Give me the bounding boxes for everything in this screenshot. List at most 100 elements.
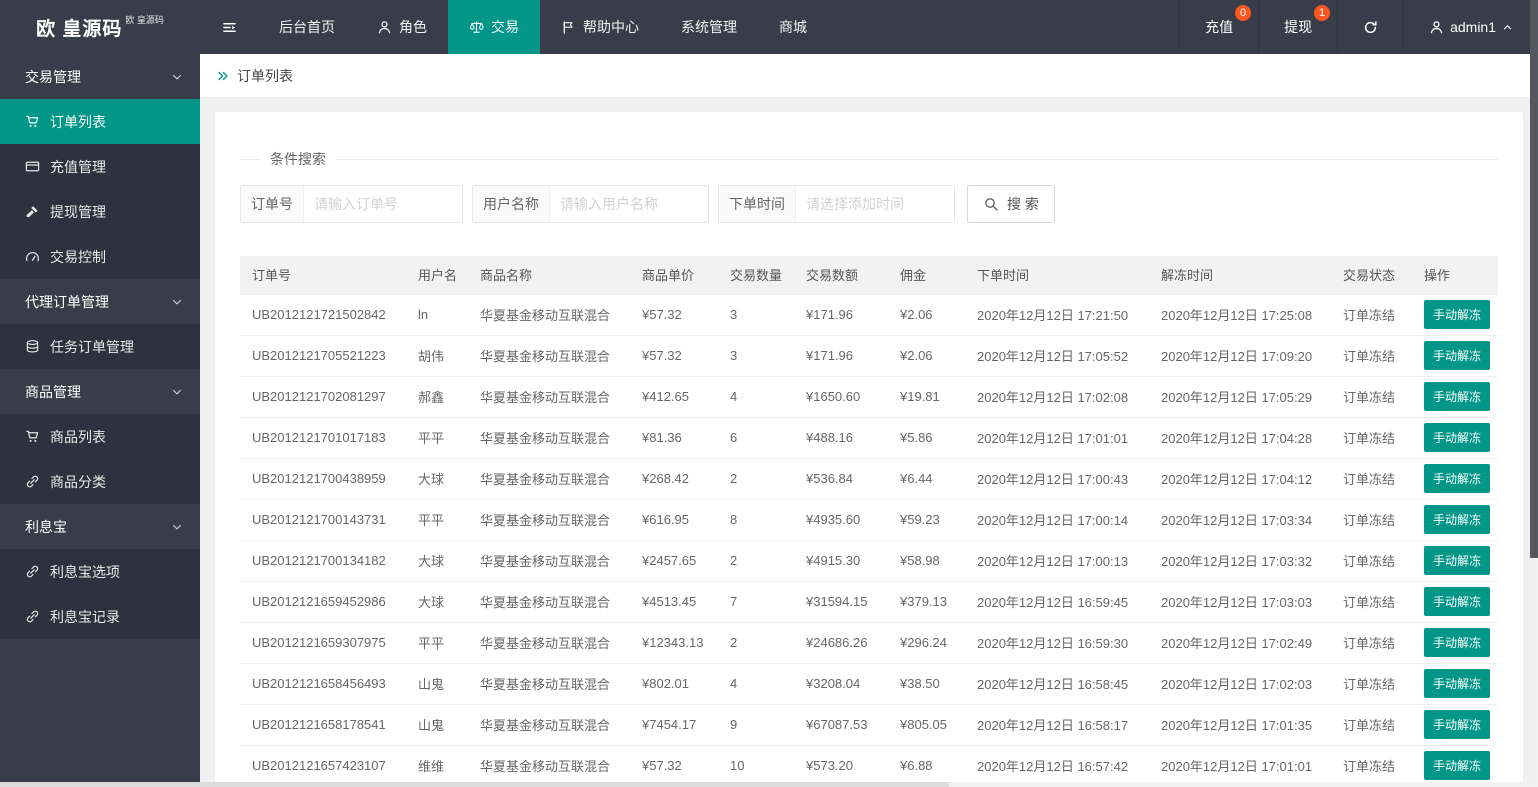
sidebar-item-icon <box>25 474 40 489</box>
sidebar-item[interactable]: 利息宝记录 <box>0 594 200 639</box>
topnav-item[interactable]: 商城 <box>758 0 828 54</box>
manual-unfreeze-button[interactable]: 手动解冻 <box>1424 669 1491 698</box>
sidebar: 交易管理 订单列表 充值管理 提现管理 交易控制 代理订单管理 任务订单管理 商… <box>0 54 200 782</box>
cell-action: 手动解冻 <box>1412 334 1498 376</box>
search-button[interactable]: 搜 索 <box>967 185 1055 223</box>
cell-order-time: 2020年12月12日 17:05:52 <box>965 334 1149 376</box>
cell-commission: ¥5.86 <box>888 416 965 458</box>
table-row: UB2012121701017183 平平 华夏基金移动互联混合 ¥81.36 … <box>240 416 1498 458</box>
horizontal-scrollbar-thumb[interactable] <box>0 782 949 787</box>
cell-status: 订单冻结 <box>1331 498 1412 540</box>
cell-quantity: 8 <box>718 498 794 540</box>
sidebar-item[interactable]: 订单列表 <box>0 99 200 144</box>
breadcrumb-current: 订单列表 <box>237 67 293 84</box>
manual-unfreeze-button[interactable]: 手动解冻 <box>1424 382 1491 411</box>
cell-commission: ¥805.05 <box>888 703 965 745</box>
column-header: 解冻时间 <box>1149 256 1331 294</box>
cell-order-time: 2020年12月12日 16:59:45 <box>965 580 1149 622</box>
sidebar-item[interactable]: 利息宝 <box>0 504 200 549</box>
content: 条件搜索 订单号 用户名称 <box>200 97 1538 787</box>
user-menu[interactable]: admin1 <box>1403 0 1538 54</box>
recharge-button[interactable]: 充值 0 <box>1179 0 1258 54</box>
column-header: 商品单价 <box>630 256 718 294</box>
manual-unfreeze-button[interactable]: 手动解冻 <box>1424 423 1491 452</box>
cell-action: 手动解冻 <box>1412 744 1498 786</box>
cell-product-name: 华夏基金移动互联混合 <box>468 334 630 376</box>
manual-unfreeze-button[interactable]: 手动解冻 <box>1424 505 1491 534</box>
search-field-input[interactable] <box>304 186 462 222</box>
sidebar-item-label: 交易管理 <box>25 68 81 85</box>
search-field-label: 下单时间 <box>719 186 796 222</box>
cell-amount: ¥31594.15 <box>794 580 888 622</box>
column-header: 下单时间 <box>965 256 1149 294</box>
refresh-button[interactable] <box>1337 0 1403 54</box>
user-icon <box>1429 20 1444 35</box>
manual-unfreeze-button[interactable]: 手动解冻 <box>1424 710 1491 739</box>
vertical-scrollbar-thumb[interactable] <box>1530 0 1538 558</box>
sidebar-collapse-button[interactable] <box>200 0 258 54</box>
topnav-item[interactable]: 帮助中心 <box>540 0 660 54</box>
sidebar-item-label: 利息宝 <box>25 518 67 535</box>
sidebar-item-label: 利息宝选项 <box>50 563 120 580</box>
cell-username: 大球 <box>406 580 468 622</box>
username: admin1 <box>1450 19 1496 35</box>
manual-unfreeze-button[interactable]: 手动解冻 <box>1424 628 1491 657</box>
manual-unfreeze-button[interactable]: 手动解冻 <box>1424 464 1491 493</box>
sidebar-item[interactable]: 交易控制 <box>0 234 200 279</box>
cell-product-name: 华夏基金移动互联混合 <box>468 580 630 622</box>
topnav-item-label: 交易 <box>491 19 519 35</box>
app-root: 欧 皇源码 欧 皇源码 后台首页 角色 交易 帮助中心 系统管理 商城 充值 0… <box>0 0 1538 787</box>
sidebar-item[interactable]: 商品分类 <box>0 459 200 504</box>
order-list-card: 条件搜索 订单号 用户名称 <box>215 112 1523 787</box>
search-field-input[interactable] <box>550 186 708 222</box>
cell-unfreeze-time: 2020年12月12日 17:01:35 <box>1149 703 1331 745</box>
manual-unfreeze-button[interactable]: 手动解冻 <box>1424 300 1491 329</box>
sidebar-item[interactable]: 商品管理 <box>0 369 200 414</box>
cell-amount: ¥1650.60 <box>794 375 888 417</box>
double-chevron-icon <box>216 69 230 83</box>
cell-product-name: 华夏基金移动互联混合 <box>468 375 630 417</box>
search-bar: 订单号 用户名称 下单时间 <box>240 185 1498 223</box>
sidebar-item[interactable]: 充值管理 <box>0 144 200 189</box>
cell-product-name: 华夏基金移动互联混合 <box>468 416 630 458</box>
scrollbar-corner <box>1530 782 1538 787</box>
topnav-item-label: 系统管理 <box>681 19 737 35</box>
manual-unfreeze-button[interactable]: 手动解冻 <box>1424 751 1491 780</box>
cell-order-time: 2020年12月12日 17:00:13 <box>965 539 1149 581</box>
search-field-input[interactable] <box>796 186 954 222</box>
brand-logo[interactable]: 欧 皇源码 欧 皇源码 <box>0 0 200 54</box>
manual-unfreeze-button[interactable]: 手动解冻 <box>1424 587 1491 616</box>
manual-unfreeze-button[interactable]: 手动解冻 <box>1424 341 1491 370</box>
topnav-item[interactable]: 交易 <box>448 0 540 54</box>
sidebar-item[interactable]: 交易管理 <box>0 54 200 99</box>
cell-quantity: 4 <box>718 375 794 417</box>
topnav-item[interactable]: 角色 <box>356 0 448 54</box>
topnav-item-label: 商城 <box>779 19 807 35</box>
sidebar-item[interactable]: 提现管理 <box>0 189 200 234</box>
search-icon <box>983 196 999 212</box>
sidebar-item[interactable]: 利息宝选项 <box>0 549 200 594</box>
cell-action: 手动解冻 <box>1412 457 1498 499</box>
sidebar-item-label: 代理订单管理 <box>25 293 109 310</box>
cell-order-no: UB2012121702081297 <box>240 375 406 417</box>
column-header: 佣金 <box>888 256 965 294</box>
sidebar-item-icon <box>25 249 40 264</box>
column-header: 交易数额 <box>794 256 888 294</box>
sidebar-item[interactable]: 商品列表 <box>0 414 200 459</box>
breadcrumb: 订单列表 <box>200 54 1538 97</box>
topnav-item[interactable]: 系统管理 <box>660 0 758 54</box>
horizontal-scrollbar-track[interactable] <box>0 782 1530 787</box>
sidebar-item[interactable]: 代理订单管理 <box>0 279 200 324</box>
cell-order-time: 2020年12月12日 16:59:30 <box>965 621 1149 663</box>
spread-menu-icon <box>222 20 237 35</box>
refresh-icon <box>1363 20 1378 35</box>
cell-product-name: 华夏基金移动互联混合 <box>468 293 630 335</box>
cell-unit-price: ¥57.32 <box>630 744 718 786</box>
topnav-item[interactable]: 后台首页 <box>258 0 356 54</box>
manual-unfreeze-button[interactable]: 手动解冻 <box>1424 546 1491 575</box>
cell-unit-price: ¥81.36 <box>630 416 718 458</box>
sidebar-item[interactable]: 任务订单管理 <box>0 324 200 369</box>
withdraw-button[interactable]: 提现 1 <box>1258 0 1337 54</box>
cell-product-name: 华夏基金移动互联混合 <box>468 539 630 581</box>
search-fieldset: 条件搜索 <box>240 149 1498 169</box>
